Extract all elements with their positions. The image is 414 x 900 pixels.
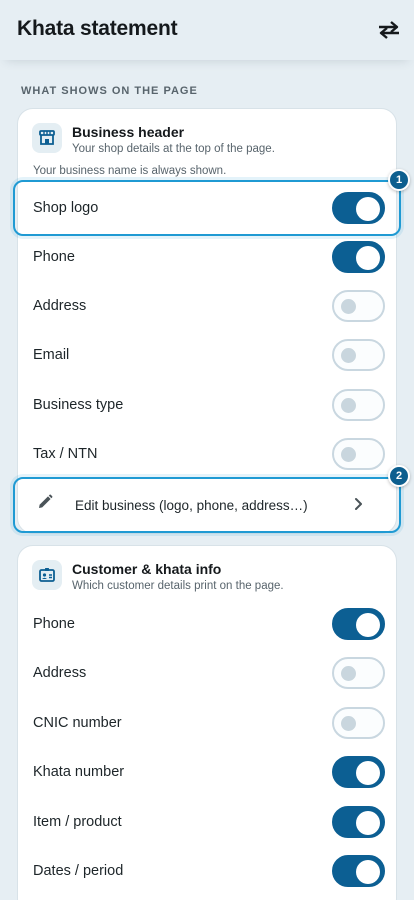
row-label: Khata number [33, 764, 125, 780]
customer-address-toggle[interactable] [332, 657, 385, 689]
section-label: WHAT SHOWS ON THE PAGE [21, 85, 198, 97]
row-customer-phone[interactable]: Phone [18, 600, 398, 648]
id-card-icon [32, 560, 62, 590]
tax-ntn-toggle[interactable] [332, 438, 385, 470]
khata-number-toggle[interactable] [332, 756, 385, 788]
business-card-title: Business header [72, 124, 185, 140]
row-dates-period[interactable]: Dates / period [18, 847, 398, 895]
row-label: Dates / period [33, 863, 124, 879]
customer-phone-toggle[interactable] [332, 608, 385, 640]
email-toggle[interactable] [332, 339, 385, 371]
storefront-icon [32, 123, 62, 153]
app-bar: Khata statement [0, 0, 414, 60]
row-business-type[interactable]: Business type [18, 381, 398, 429]
page-title: Khata statement [17, 17, 178, 40]
customer-khata-card: Customer & khata info Which customer det… [17, 545, 397, 900]
row-phone[interactable]: Phone [18, 233, 398, 281]
business-type-toggle[interactable] [332, 389, 385, 421]
row-email[interactable]: Email [18, 331, 398, 379]
callout-badge-1: 1 [388, 169, 410, 191]
shop-logo-highlight [13, 180, 401, 236]
row-customer-address[interactable]: Address [18, 649, 398, 697]
row-label: Tax / NTN [33, 446, 98, 462]
row-label: Business type [33, 397, 124, 413]
row-label: Address [33, 298, 87, 314]
row-khata-number[interactable]: Khata number [18, 748, 398, 796]
row-label: CNIC number [33, 715, 122, 731]
edit-business-highlight [13, 477, 401, 533]
row-label: Email [33, 347, 70, 363]
customer-card-title: Customer & khata info [72, 561, 222, 577]
phone-toggle[interactable] [332, 241, 385, 273]
business-header-card: Business header Your shop details at the… [17, 108, 397, 534]
business-card-subtitle: Your shop details at the top of the page… [72, 143, 275, 155]
row-item-product[interactable]: Item / product [18, 798, 398, 846]
row-cnic-number[interactable]: CNIC number [18, 699, 398, 747]
item-product-toggle[interactable] [332, 806, 385, 838]
address-toggle[interactable] [332, 290, 385, 322]
row-label: Phone [33, 616, 75, 632]
swap-arrows-icon[interactable] [376, 18, 402, 42]
row-address[interactable]: Address [18, 282, 398, 330]
dates-period-toggle[interactable] [332, 855, 385, 887]
cnic-number-toggle[interactable] [332, 707, 385, 739]
customer-card-subtitle: Which customer details print on the page… [72, 580, 284, 592]
customer-card-header: Customer & khata info Which customer det… [32, 560, 382, 596]
row-label: Address [33, 665, 87, 681]
row-label: Item / product [33, 814, 122, 830]
row-label: Phone [33, 249, 75, 265]
business-name-note: Your business name is always shown. [33, 165, 227, 177]
row-tax-ntn[interactable]: Tax / NTN [18, 430, 398, 478]
business-card-header: Business header Your shop details at the… [32, 123, 382, 159]
callout-badge-2: 2 [388, 465, 410, 487]
